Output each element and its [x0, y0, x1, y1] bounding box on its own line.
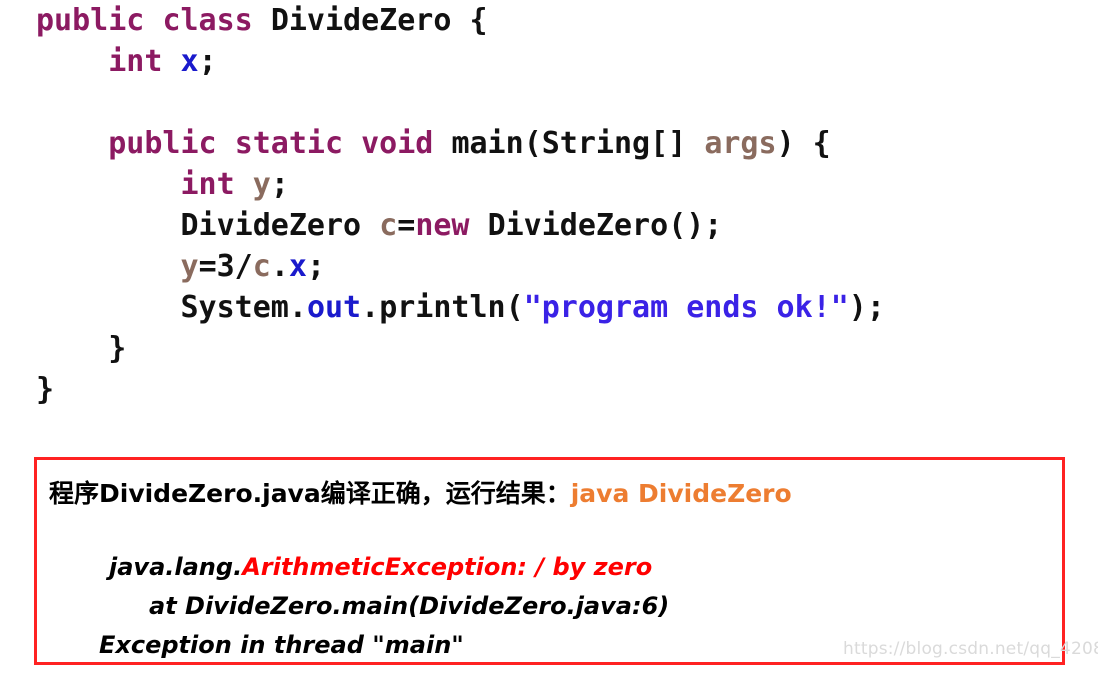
code-token-plain: ;	[270, 167, 289, 202]
code-token-var: y	[252, 167, 271, 202]
code-token-field: out	[306, 290, 362, 325]
code-line: }	[0, 369, 1098, 410]
code-token-type: DivideZero	[270, 3, 452, 38]
code-token-var: y	[180, 249, 199, 284]
stack-trace: java.lang.ArithmeticException: / by zero…	[49, 548, 669, 665]
code-token-var: args	[704, 126, 777, 161]
code-token-type: String	[541, 126, 651, 161]
stack-trace-line: java.lang.ArithmeticException: / by zero	[49, 548, 669, 587]
code-token-type: System	[180, 290, 289, 325]
stack-trace-line: at DivideZero.main(DivideZero.java:6)	[49, 587, 669, 626]
code-line: }	[0, 328, 1098, 369]
code-token-var: c	[252, 249, 271, 284]
code-token-type: main	[451, 126, 524, 161]
code-token-plain: );	[848, 290, 885, 325]
code-token-type: DivideZero	[487, 208, 669, 243]
trace-text: Exception in thread "main"	[99, 631, 464, 659]
code-token-kw: public	[108, 126, 217, 161]
code-token-plain: =	[397, 208, 416, 243]
code-token-plain: ;	[198, 44, 217, 79]
code-token-plain: ();	[668, 208, 723, 243]
code-token-field: x	[288, 249, 307, 284]
code-token-plain: (	[505, 290, 524, 325]
code-token-field: x	[180, 44, 199, 79]
code-token-kw: void	[361, 126, 434, 161]
code-token-plain: }	[36, 372, 55, 407]
code-token-type: println	[379, 290, 506, 325]
code-line: int x;	[0, 41, 1098, 82]
trace-text: java.lang.	[109, 553, 243, 581]
exception-message: ArithmeticException: / by zero	[242, 553, 653, 581]
code-token-plain: .	[270, 249, 289, 284]
code-token-str: "program ends ok!"	[523, 290, 849, 325]
code-token-plain: =3/	[198, 249, 253, 284]
code-line: int y;	[0, 164, 1098, 205]
result-headline: 程序DivideZero.java编译正确，运行结果：java DivideZe…	[49, 474, 792, 510]
code-line: public static void main(String[] args) {	[0, 123, 1098, 164]
code-token-plain: .	[288, 290, 307, 325]
code-token-var: c	[379, 208, 398, 243]
code-token-plain: {	[451, 3, 488, 38]
code-token-kw: public	[36, 3, 145, 38]
code-token-kw: new	[415, 208, 470, 243]
code-token-plain: ) {	[776, 126, 831, 161]
run-command: java DivideZero	[570, 479, 792, 508]
java-code-block: public class DivideZero { int x; public …	[0, 0, 1098, 440]
code-line: DivideZero c=new DivideZero();	[0, 205, 1098, 246]
code-line: public class DivideZero {	[0, 0, 1098, 41]
code-token-plain: .	[361, 290, 380, 325]
result-headline-text: 程序DivideZero.java编译正确，运行结果：	[49, 479, 571, 508]
code-token-kw: int	[180, 167, 235, 202]
code-token-type: DivideZero	[180, 208, 362, 243]
code-token-plain: []	[650, 126, 705, 161]
trace-text: at DivideZero.main(DivideZero.java:6)	[149, 592, 670, 620]
code-token-plain: ;	[306, 249, 325, 284]
program-output-box: 程序DivideZero.java编译正确，运行结果：java DivideZe…	[34, 457, 1065, 665]
code-token-kw: static	[234, 126, 344, 161]
code-token-kw: class	[162, 3, 253, 38]
watermark: https://blog.csdn.net/qq_42082273	[843, 639, 1098, 659]
code-line: System.out.println("program ends ok!");	[0, 287, 1098, 328]
code-token-plain: (	[523, 126, 542, 161]
code-token-plain: }	[108, 331, 127, 366]
code-token-kw: int	[108, 44, 163, 79]
stack-trace-line: Exception in thread "main"	[49, 626, 669, 665]
code-line: y=3/c.x;	[0, 246, 1098, 287]
